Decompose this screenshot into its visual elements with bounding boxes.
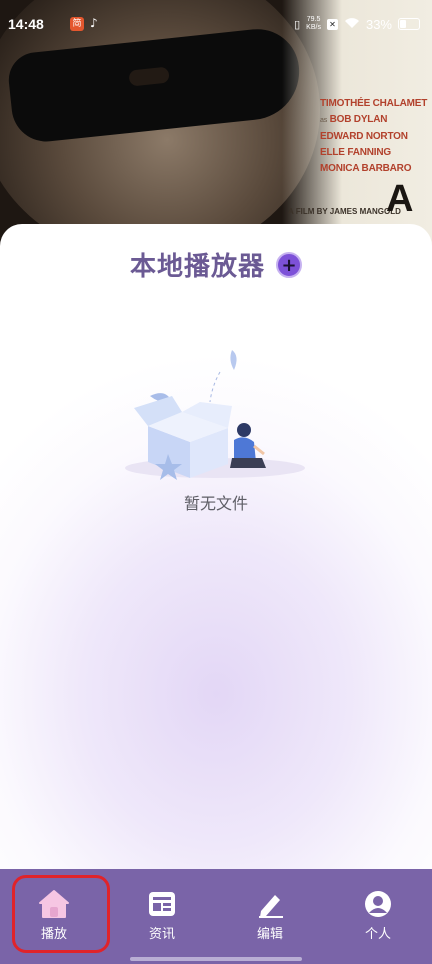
status-bar: 14:48 简 ♪ ▯ 79.5 KB/s ✕ 33% [0,0,432,50]
credit-line: ELLE FANNING [320,147,391,158]
local-player-card: 本地播放器 + 暂无文件 [0,224,432,869]
poster-film-by: A FILM BY JAMES MANGOLD [288,207,401,216]
nav-item-label: 资讯 [148,927,175,942]
sim-icon: ✕ [326,18,338,30]
app-notification-icon: 简 [70,17,84,31]
wifi-icon [344,17,360,32]
poster-letter: A [386,178,414,220]
selected-tab-highlight [12,875,110,953]
tiktok-icon: ♪ [90,16,98,30]
battery-icon [398,18,420,30]
credit-line: TIMOTHÉE CHALAMET [320,98,428,109]
vibrate-icon: ▯ [294,18,301,31]
credit-line: as BOB DYLAN [320,114,388,125]
empty-state-illustration [125,350,305,480]
credit-line: EDWARD NORTON [320,131,408,142]
title-row: 本地播放器 + [0,246,432,283]
poster-credits: TIMOTHÉE CHALAMET as BOB DYLAN EDWARD NO… [320,96,427,177]
empty-state-text: 暂无文件 [183,494,248,513]
edit-icon [259,895,283,918]
status-time: 14:48 [8,16,44,32]
nav-item-edit[interactable]: 编辑 [230,889,310,942]
news-icon [149,892,175,916]
profile-icon [365,891,391,917]
credit-line: MONICA BARBARO [320,163,412,174]
battery-percent: 33% [365,16,392,32]
network-speed: 79.5 KB/s [306,16,321,31]
nav-item-news[interactable]: 资讯 [122,889,202,942]
add-file-button[interactable]: + [276,251,303,278]
nav-item-label: 个人 [364,927,391,942]
nav-item-profile[interactable]: 个人 [338,889,418,942]
page-title: 本地播放器 [129,252,265,282]
nav-item-label: 编辑 [256,927,283,942]
gesture-home-bar[interactable] [130,957,302,961]
